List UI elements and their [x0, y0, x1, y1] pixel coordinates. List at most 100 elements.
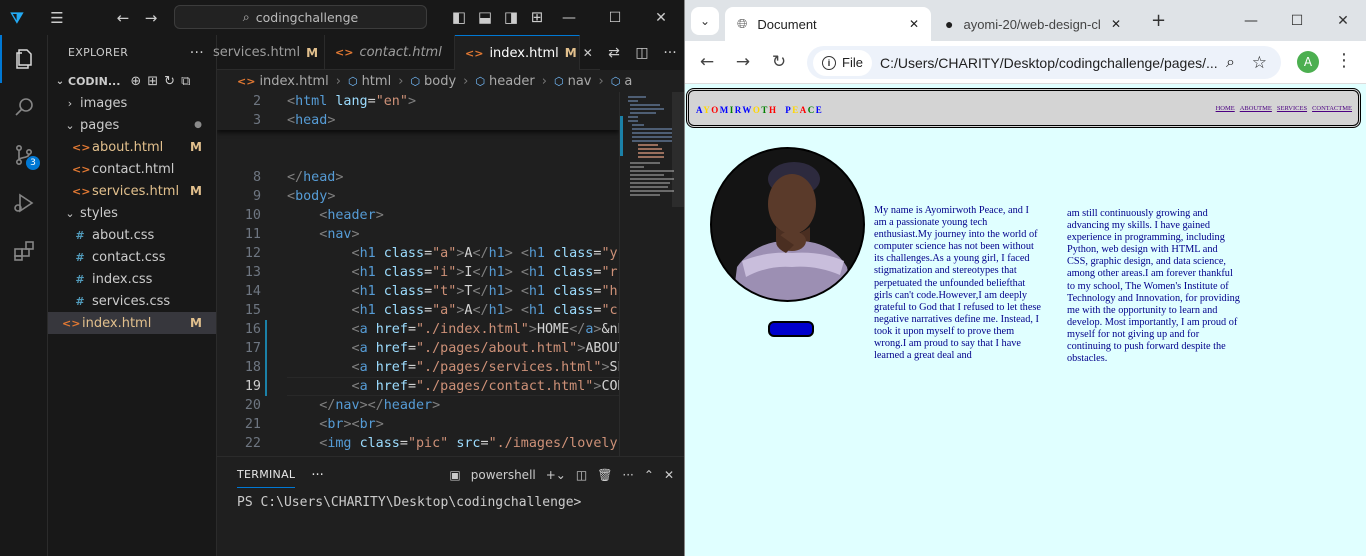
file-tree-item[interactable]: <> about.html M — [48, 136, 216, 158]
close-panel-icon[interactable]: ✕ — [664, 468, 674, 482]
explorer-icon[interactable] — [0, 35, 48, 83]
terminal-prompt[interactable]: PS C:\Users\CHARITY\Desktop\codingchalle… — [217, 495, 684, 510]
profile-avatar[interactable]: A — [1297, 51, 1319, 73]
breadcrumb-item[interactable]: a — [624, 74, 632, 89]
html-file-icon: <> — [72, 184, 91, 198]
file-tree-item[interactable]: ⌄ styles — [48, 202, 216, 224]
browser-tab-github[interactable]: ● ayomi-20/web-design-cla ✕ — [933, 7, 1133, 41]
nav-link-home[interactable]: HOME — [1216, 105, 1235, 112]
line-number: 2 — [252, 94, 261, 109]
new-tab-icon[interactable]: + — [1151, 10, 1166, 31]
line-number: 21 — [244, 417, 261, 432]
more-actions-icon[interactable]: ··· — [622, 468, 633, 482]
file-tree-item[interactable]: › images — [48, 92, 216, 114]
explorer-title: EXPLORER — [68, 46, 129, 59]
minimize-icon[interactable]: — — [546, 0, 592, 35]
close-icon[interactable]: ✕ — [1320, 0, 1366, 41]
file-tree-item[interactable]: <> services.html M — [48, 180, 216, 202]
maximize-icon[interactable]: ☐ — [1274, 0, 1320, 41]
vscode-window: ⧩ ☰ ← → ⌕ codingchallenge ◧ ⬓ ◨ ⊞ — ☐ ✕ … — [0, 0, 684, 556]
breadcrumb-item[interactable]: nav — [568, 74, 592, 89]
more-actions-icon[interactable]: ··· — [311, 468, 323, 483]
file-tree-item[interactable]: <> contact.html — [48, 158, 216, 180]
close-icon[interactable]: ✕ — [638, 0, 684, 35]
menu-icon[interactable]: ☰ — [44, 5, 70, 31]
browser-tab-document[interactable]: 🌐︎ Document ✕ — [725, 7, 931, 41]
element-symbol-icon: ⬡ — [553, 74, 564, 88]
code-editor[interactable]: 2 <html lang="en"> 3 <head> 8 </head> 9 <body>… — [217, 92, 619, 456]
bookmark-star-icon[interactable]: ☆ — [1252, 53, 1267, 73]
tab-contact-html[interactable]: <> contact.html — [325, 35, 455, 70]
toggle-primary-sidebar-icon[interactable]: ◧ — [446, 4, 472, 30]
file-tree-item[interactable]: # about.css — [48, 224, 216, 246]
project-folder-row[interactable]: ⌄ CODIN... ⊕⊞↻⧉ — [48, 70, 216, 92]
more-actions-icon[interactable]: ··· — [190, 45, 204, 61]
forward-icon[interactable]: → — [725, 44, 761, 80]
command-center-search[interactable]: ⌕ codingchallenge — [174, 5, 427, 29]
profile-photo — [710, 147, 865, 302]
file-tree-item[interactable]: # index.css — [48, 268, 216, 290]
logo-letter: T — [761, 105, 769, 115]
site-info-chip[interactable]: i File — [813, 49, 872, 76]
close-tab-icon[interactable]: ✕ — [583, 46, 593, 60]
compare-changes-icon[interactable]: ⇄ — [600, 45, 628, 61]
source-control-icon[interactable]: 3 — [0, 131, 48, 179]
back-icon[interactable]: ← — [689, 44, 725, 80]
toggle-secondary-sidebar-icon[interactable]: ◨ — [498, 4, 524, 30]
more-actions-icon[interactable]: ··· — [656, 45, 684, 61]
reload-icon[interactable]: ↻ — [761, 44, 797, 80]
kebab-menu-icon[interactable]: ⋮ — [1335, 50, 1353, 71]
tab-services-html[interactable]: services.html M — [213, 35, 325, 70]
file-tree-item[interactable]: # contact.css — [48, 246, 216, 268]
split-terminal-icon[interactable]: ◫ — [576, 468, 587, 482]
close-tab-icon[interactable]: ✕ — [909, 17, 919, 31]
editor-actions: ⇄ ◫ ··· — [600, 35, 684, 70]
run-debug-icon[interactable] — [0, 179, 48, 227]
modified-mark: M — [190, 316, 202, 330]
explorer-actions[interactable]: ⊕⊞↻⧉ — [130, 74, 196, 89]
code-line: <a href="./pages/about.html">ABOUTM — [351, 341, 620, 356]
close-tab-icon[interactable]: ✕ — [1111, 17, 1121, 31]
minimap[interactable] — [619, 92, 684, 456]
search-icon[interactable] — [0, 83, 48, 131]
file-tree-item[interactable]: ⌄ pages ● — [48, 114, 216, 136]
element-symbol-icon: ⬡ — [610, 74, 621, 88]
address-bar[interactable]: i File C:/Users/CHARITY/Desktop/codingch… — [807, 46, 1281, 79]
tab-search-icon[interactable]: ⌄ — [691, 7, 719, 35]
line-number: 11 — [244, 227, 261, 242]
file-tree-item[interactable]: # services.css — [48, 290, 216, 312]
tab-terminal[interactable]: TERMINAL — [237, 462, 296, 488]
tab-label: contact.html — [359, 45, 442, 60]
split-editor-icon[interactable]: ◫ — [628, 45, 656, 61]
breadcrumb-item[interactable]: header — [489, 74, 535, 89]
minimize-icon[interactable]: — — [1228, 0, 1274, 41]
chevron-down-icon: ⌄ — [65, 118, 75, 132]
nav-link-aboutme[interactable]: ABOUTME — [1240, 105, 1272, 112]
extensions-icon[interactable] — [0, 227, 48, 275]
breadcrumb-item[interactable]: html — [362, 74, 392, 89]
modified-mark: M — [564, 46, 577, 60]
forward-arrow-icon[interactable]: → — [138, 5, 164, 31]
new-terminal-icon[interactable]: +⌄ — [546, 468, 566, 482]
editor-area: services.html M <> contact.html <> index… — [213, 35, 684, 456]
nav-link-contactme[interactable]: CONTACTME — [1312, 105, 1352, 112]
page-button[interactable] — [768, 321, 814, 337]
toggle-panel-icon[interactable]: ⬓ — [472, 4, 498, 30]
globe-icon: 🌐︎ — [737, 16, 748, 31]
tab-index-html[interactable]: <> index.html M ✕ — [455, 35, 593, 70]
browser-tab-title: ayomi-20/web-design-cla — [963, 16, 1101, 32]
zoom-icon[interactable]: ⌕ — [1226, 54, 1235, 72]
trash-icon[interactable]: 🗑 — [597, 468, 612, 482]
sticky-scroll: 2 <html lang="en"> 3 <head> — [217, 92, 619, 130]
vscode-titlebar: ⧩ ☰ ← → ⌕ codingchallenge ◧ ⬓ ◨ ⊞ — ☐ ✕ — [0, 0, 684, 35]
terminal-shell-label[interactable]: powershell — [471, 468, 536, 482]
back-arrow-icon[interactable]: ← — [110, 5, 136, 31]
code-line: </head> — [287, 170, 344, 185]
nav-link-services[interactable]: SERVICES — [1277, 105, 1307, 112]
breadcrumb-item[interactable]: index.html — [259, 74, 328, 89]
breadcrumb-item[interactable]: body — [424, 74, 456, 89]
file-tree-item[interactable]: <> index.html M — [48, 312, 216, 334]
panel-actions: ▣ powershell +⌄ ◫ 🗑 ··· ⌃ ✕ — [449, 457, 674, 493]
maximize-icon[interactable]: ☐ — [592, 0, 638, 35]
maximize-panel-icon[interactable]: ⌃ — [644, 468, 654, 482]
